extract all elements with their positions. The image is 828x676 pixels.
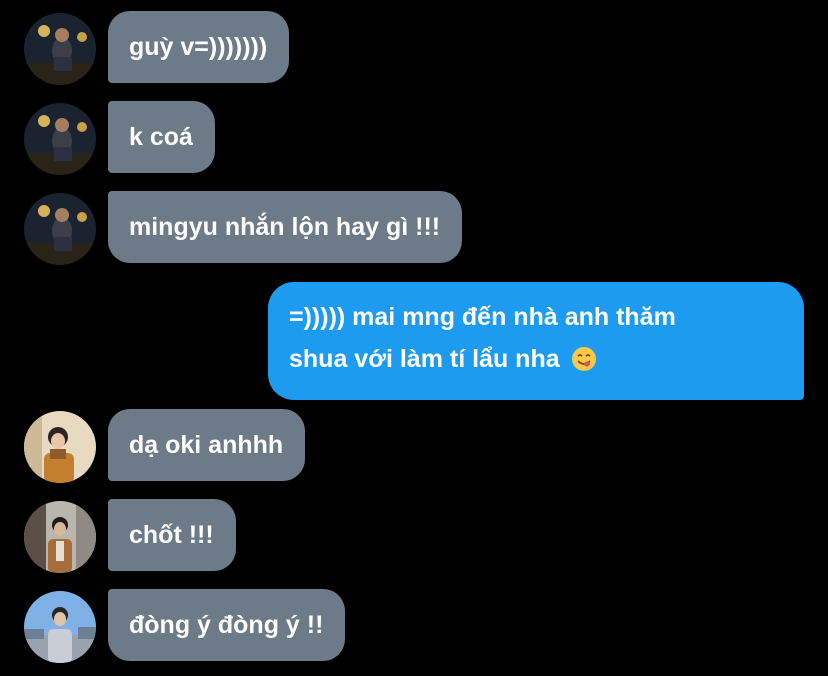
avatar-night-photo-icon[interactable] bbox=[24, 13, 96, 85]
message-bubble[interactable]: đòng ý đòng ý !! bbox=[108, 589, 346, 661]
message-bubble[interactable]: dạ oki anhhh bbox=[108, 409, 306, 481]
message-bubble[interactable]: mingyu nhắn lộn hay gì !!! bbox=[108, 191, 463, 263]
message-bubble[interactable]: k coá bbox=[108, 101, 215, 173]
avatar-outdoor-icon[interactable] bbox=[24, 591, 96, 663]
avatar-street-icon[interactable] bbox=[24, 501, 96, 573]
message-line-text: shua với làm tí lẩu nha bbox=[289, 345, 560, 373]
message-bubble[interactable]: chốt !!! bbox=[108, 499, 236, 571]
message-line: shua với làm tí lẩu nha bbox=[289, 338, 782, 380]
savoring-food-face-emoji-icon bbox=[571, 343, 597, 371]
avatar-portrait-icon[interactable] bbox=[24, 411, 96, 483]
message-bubble[interactable]: guỳ v=))))))) bbox=[108, 11, 290, 83]
avatar-night-photo-icon[interactable] bbox=[24, 193, 96, 265]
message-line: =))))) mai mng đến nhà anh thăm bbox=[289, 303, 676, 331]
avatar-night-photo-icon[interactable] bbox=[24, 103, 96, 175]
outgoing-message-bubble[interactable]: =))))) mai mng đến nhà anh thăm shua với… bbox=[268, 282, 804, 400]
